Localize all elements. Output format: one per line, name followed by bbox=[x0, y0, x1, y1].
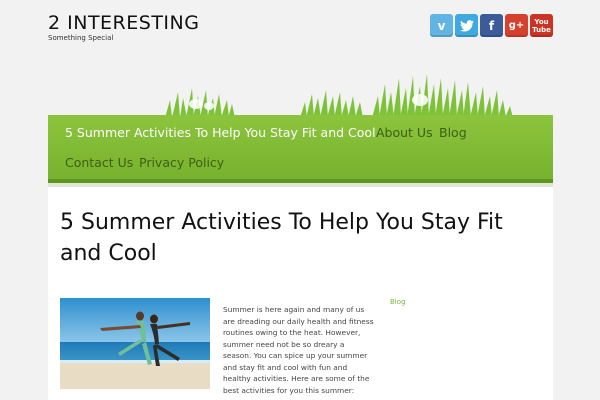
site-title[interactable]: 2 INTERESTING bbox=[48, 12, 199, 34]
social-links: v f g+ You Tube bbox=[430, 14, 553, 37]
main-navigation: 5 Summer Activities To Help You Stay Fit… bbox=[48, 115, 553, 183]
beach-yoga-image bbox=[60, 298, 210, 389]
facebook-icon[interactable]: f bbox=[480, 14, 503, 37]
google-plus-icon[interactable]: g+ bbox=[505, 14, 528, 37]
category-link[interactable]: Blog bbox=[390, 298, 405, 306]
twitter-icon[interactable] bbox=[455, 14, 478, 37]
grass-decoration bbox=[165, 74, 513, 118]
nav-item-blog[interactable]: Blog bbox=[439, 125, 467, 140]
post-title[interactable]: 5 Summer Activities To Help You Stay Fit… bbox=[60, 207, 530, 269]
youtube-icon[interactable]: You Tube bbox=[530, 14, 553, 37]
nav-item-about-us[interactable]: About Us bbox=[376, 125, 433, 140]
nav-item-contact-us[interactable]: Contact Us bbox=[65, 155, 133, 170]
vimeo-icon[interactable]: v bbox=[430, 14, 453, 37]
site-tagline: Something Special bbox=[48, 34, 114, 42]
nav-item-privacy-policy[interactable]: Privacy Policy bbox=[139, 155, 224, 170]
twitter-bird-icon bbox=[459, 19, 474, 32]
post-thumbnail[interactable] bbox=[60, 298, 210, 389]
post-excerpt: Summer is here again and many of us are … bbox=[223, 305, 374, 395]
youtube-label-bottom: Tube bbox=[532, 25, 551, 34]
youtube-label-top: You bbox=[534, 17, 549, 26]
nav-item-summer-activities[interactable]: 5 Summer Activities To Help You Stay Fit… bbox=[65, 125, 376, 140]
